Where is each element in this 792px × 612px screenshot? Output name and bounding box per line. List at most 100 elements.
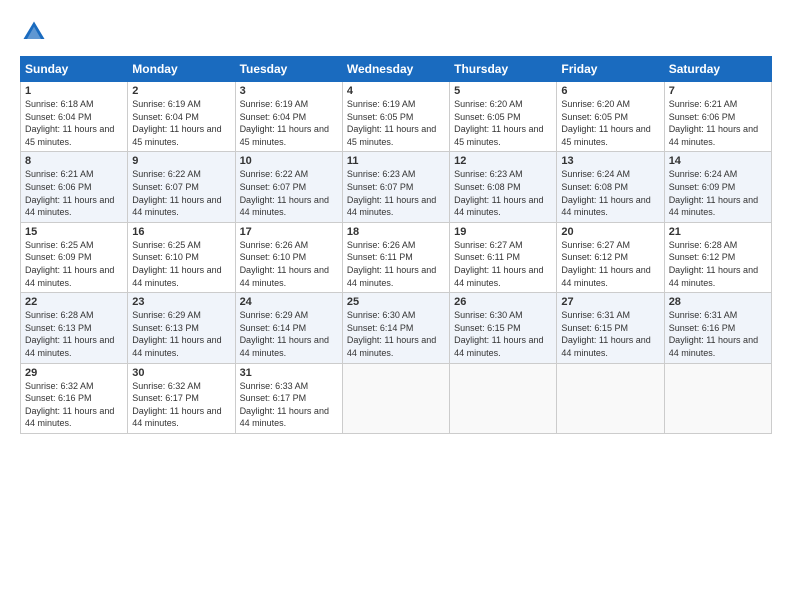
calendar-day-cell: 8Sunrise: 6:21 AMSunset: 6:06 PMDaylight…: [21, 152, 128, 222]
weekday-header: Tuesday: [235, 57, 342, 82]
empty-cell: [664, 363, 771, 433]
day-info: Sunrise: 6:31 AMSunset: 6:15 PMDaylight:…: [561, 309, 659, 359]
day-number: 2: [132, 85, 230, 97]
calendar-table: SundayMondayTuesdayWednesdayThursdayFrid…: [20, 56, 772, 434]
calendar-day-cell: 20Sunrise: 6:27 AMSunset: 6:12 PMDayligh…: [557, 222, 664, 292]
calendar-day-cell: 23Sunrise: 6:29 AMSunset: 6:13 PMDayligh…: [128, 293, 235, 363]
calendar-day-cell: 5Sunrise: 6:20 AMSunset: 6:05 PMDaylight…: [450, 82, 557, 152]
calendar-day-cell: 21Sunrise: 6:28 AMSunset: 6:12 PMDayligh…: [664, 222, 771, 292]
calendar-day-cell: 12Sunrise: 6:23 AMSunset: 6:08 PMDayligh…: [450, 152, 557, 222]
day-number: 5: [454, 85, 552, 97]
day-info: Sunrise: 6:19 AMSunset: 6:04 PMDaylight:…: [240, 98, 338, 148]
day-number: 24: [240, 296, 338, 308]
day-info: Sunrise: 6:26 AMSunset: 6:11 PMDaylight:…: [347, 239, 445, 289]
empty-cell: [342, 363, 449, 433]
day-number: 9: [132, 155, 230, 167]
logo: [20, 18, 52, 46]
calendar-day-cell: 29Sunrise: 6:32 AMSunset: 6:16 PMDayligh…: [21, 363, 128, 433]
weekday-header: Saturday: [664, 57, 771, 82]
day-info: Sunrise: 6:29 AMSunset: 6:13 PMDaylight:…: [132, 309, 230, 359]
day-info: Sunrise: 6:20 AMSunset: 6:05 PMDaylight:…: [561, 98, 659, 148]
calendar-day-cell: 9Sunrise: 6:22 AMSunset: 6:07 PMDaylight…: [128, 152, 235, 222]
calendar-day-cell: 28Sunrise: 6:31 AMSunset: 6:16 PMDayligh…: [664, 293, 771, 363]
day-number: 19: [454, 226, 552, 238]
day-number: 10: [240, 155, 338, 167]
day-number: 3: [240, 85, 338, 97]
day-info: Sunrise: 6:24 AMSunset: 6:08 PMDaylight:…: [561, 168, 659, 218]
day-number: 16: [132, 226, 230, 238]
calendar-week-row: 22Sunrise: 6:28 AMSunset: 6:13 PMDayligh…: [21, 293, 772, 363]
day-info: Sunrise: 6:21 AMSunset: 6:06 PMDaylight:…: [669, 98, 767, 148]
calendar-week-row: 15Sunrise: 6:25 AMSunset: 6:09 PMDayligh…: [21, 222, 772, 292]
day-number: 11: [347, 155, 445, 167]
calendar-day-cell: 1Sunrise: 6:18 AMSunset: 6:04 PMDaylight…: [21, 82, 128, 152]
day-number: 8: [25, 155, 123, 167]
day-number: 7: [669, 85, 767, 97]
day-number: 31: [240, 367, 338, 379]
day-info: Sunrise: 6:32 AMSunset: 6:17 PMDaylight:…: [132, 380, 230, 430]
calendar-day-cell: 15Sunrise: 6:25 AMSunset: 6:09 PMDayligh…: [21, 222, 128, 292]
calendar-week-row: 1Sunrise: 6:18 AMSunset: 6:04 PMDaylight…: [21, 82, 772, 152]
calendar-day-cell: 17Sunrise: 6:26 AMSunset: 6:10 PMDayligh…: [235, 222, 342, 292]
day-info: Sunrise: 6:28 AMSunset: 6:13 PMDaylight:…: [25, 309, 123, 359]
day-number: 12: [454, 155, 552, 167]
calendar-day-cell: 25Sunrise: 6:30 AMSunset: 6:14 PMDayligh…: [342, 293, 449, 363]
calendar-day-cell: 16Sunrise: 6:25 AMSunset: 6:10 PMDayligh…: [128, 222, 235, 292]
calendar-day-cell: 24Sunrise: 6:29 AMSunset: 6:14 PMDayligh…: [235, 293, 342, 363]
day-number: 28: [669, 296, 767, 308]
day-info: Sunrise: 6:26 AMSunset: 6:10 PMDaylight:…: [240, 239, 338, 289]
weekday-header: Friday: [557, 57, 664, 82]
calendar-day-cell: 4Sunrise: 6:19 AMSunset: 6:05 PMDaylight…: [342, 82, 449, 152]
day-info: Sunrise: 6:19 AMSunset: 6:05 PMDaylight:…: [347, 98, 445, 148]
calendar-day-cell: 11Sunrise: 6:23 AMSunset: 6:07 PMDayligh…: [342, 152, 449, 222]
day-info: Sunrise: 6:18 AMSunset: 6:04 PMDaylight:…: [25, 98, 123, 148]
logo-icon: [20, 18, 48, 46]
day-number: 22: [25, 296, 123, 308]
day-info: Sunrise: 6:30 AMSunset: 6:14 PMDaylight:…: [347, 309, 445, 359]
calendar-day-cell: 26Sunrise: 6:30 AMSunset: 6:15 PMDayligh…: [450, 293, 557, 363]
day-info: Sunrise: 6:22 AMSunset: 6:07 PMDaylight:…: [132, 168, 230, 218]
calendar-day-cell: 30Sunrise: 6:32 AMSunset: 6:17 PMDayligh…: [128, 363, 235, 433]
empty-cell: [450, 363, 557, 433]
day-info: Sunrise: 6:24 AMSunset: 6:09 PMDaylight:…: [669, 168, 767, 218]
calendar-day-cell: 6Sunrise: 6:20 AMSunset: 6:05 PMDaylight…: [557, 82, 664, 152]
day-info: Sunrise: 6:29 AMSunset: 6:14 PMDaylight:…: [240, 309, 338, 359]
day-number: 20: [561, 226, 659, 238]
calendar-day-cell: 22Sunrise: 6:28 AMSunset: 6:13 PMDayligh…: [21, 293, 128, 363]
calendar-day-cell: 10Sunrise: 6:22 AMSunset: 6:07 PMDayligh…: [235, 152, 342, 222]
calendar-day-cell: 3Sunrise: 6:19 AMSunset: 6:04 PMDaylight…: [235, 82, 342, 152]
day-number: 23: [132, 296, 230, 308]
day-number: 27: [561, 296, 659, 308]
day-number: 30: [132, 367, 230, 379]
day-info: Sunrise: 6:32 AMSunset: 6:16 PMDaylight:…: [25, 380, 123, 430]
day-info: Sunrise: 6:23 AMSunset: 6:08 PMDaylight:…: [454, 168, 552, 218]
calendar-week-row: 29Sunrise: 6:32 AMSunset: 6:16 PMDayligh…: [21, 363, 772, 433]
day-number: 21: [669, 226, 767, 238]
weekday-header: Sunday: [21, 57, 128, 82]
day-info: Sunrise: 6:20 AMSunset: 6:05 PMDaylight:…: [454, 98, 552, 148]
day-info: Sunrise: 6:19 AMSunset: 6:04 PMDaylight:…: [132, 98, 230, 148]
day-number: 4: [347, 85, 445, 97]
calendar-day-cell: 14Sunrise: 6:24 AMSunset: 6:09 PMDayligh…: [664, 152, 771, 222]
weekday-header: Monday: [128, 57, 235, 82]
calendar-day-cell: 7Sunrise: 6:21 AMSunset: 6:06 PMDaylight…: [664, 82, 771, 152]
day-info: Sunrise: 6:27 AMSunset: 6:12 PMDaylight:…: [561, 239, 659, 289]
day-number: 15: [25, 226, 123, 238]
day-number: 25: [347, 296, 445, 308]
day-number: 6: [561, 85, 659, 97]
day-info: Sunrise: 6:22 AMSunset: 6:07 PMDaylight:…: [240, 168, 338, 218]
day-info: Sunrise: 6:25 AMSunset: 6:09 PMDaylight:…: [25, 239, 123, 289]
day-number: 13: [561, 155, 659, 167]
day-number: 26: [454, 296, 552, 308]
day-info: Sunrise: 6:27 AMSunset: 6:11 PMDaylight:…: [454, 239, 552, 289]
weekday-header: Wednesday: [342, 57, 449, 82]
calendar-day-cell: 19Sunrise: 6:27 AMSunset: 6:11 PMDayligh…: [450, 222, 557, 292]
day-info: Sunrise: 6:25 AMSunset: 6:10 PMDaylight:…: [132, 239, 230, 289]
calendar-day-cell: 18Sunrise: 6:26 AMSunset: 6:11 PMDayligh…: [342, 222, 449, 292]
day-number: 29: [25, 367, 123, 379]
page: SundayMondayTuesdayWednesdayThursdayFrid…: [0, 0, 792, 612]
day-info: Sunrise: 6:21 AMSunset: 6:06 PMDaylight:…: [25, 168, 123, 218]
calendar-week-row: 8Sunrise: 6:21 AMSunset: 6:06 PMDaylight…: [21, 152, 772, 222]
calendar-day-cell: 27Sunrise: 6:31 AMSunset: 6:15 PMDayligh…: [557, 293, 664, 363]
calendar-day-cell: 13Sunrise: 6:24 AMSunset: 6:08 PMDayligh…: [557, 152, 664, 222]
